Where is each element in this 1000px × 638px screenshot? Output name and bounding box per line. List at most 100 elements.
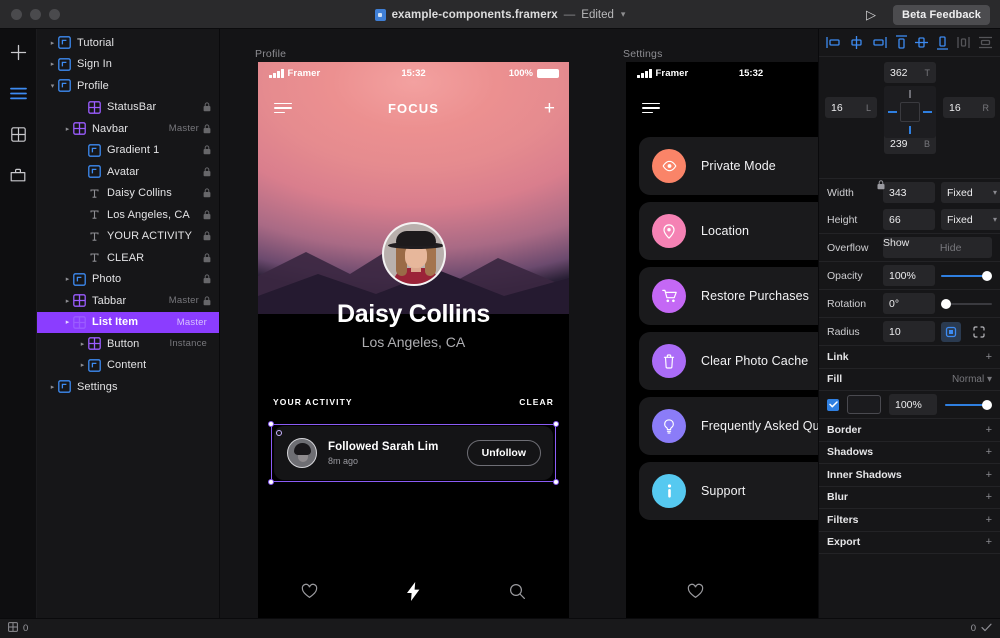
position-top-field[interactable]: 362 T: [884, 62, 936, 83]
width-input[interactable]: 343: [883, 182, 935, 203]
section-border[interactable]: Border +: [819, 419, 1000, 442]
section-shadows[interactable]: Shadows +: [819, 442, 1000, 464]
layer-row[interactable]: ▸StatusBar: [37, 97, 219, 119]
disclosure-collapsed-icon[interactable]: ▸: [47, 383, 58, 391]
section-export[interactable]: Export +: [819, 532, 1000, 554]
aspect-lock-icon[interactable]: [877, 180, 885, 193]
overflow-show-option[interactable]: Show: [883, 237, 909, 258]
lock-icon[interactable]: [203, 102, 211, 112]
rotation-handle[interactable]: [276, 430, 282, 436]
overflow-row[interactable]: Overflow Show Hide: [819, 234, 1000, 261]
position-left-field[interactable]: 16 L: [825, 97, 877, 118]
layer-row[interactable]: ▸Daisy Collins: [37, 183, 219, 205]
layer-row[interactable]: ▸ List Item Master: [37, 311, 219, 333]
chevron-down-icon[interactable]: ▾: [621, 9, 626, 20]
activity-list-item[interactable]: Followed Sarah Lim 8m ago Unfollow: [274, 426, 553, 480]
layer-row[interactable]: ▸ Content: [37, 355, 219, 377]
tab-bolt[interactable]: [362, 581, 466, 601]
activity-clear-button[interactable]: CLEAR: [519, 397, 554, 407]
fill-opacity-input[interactable]: 100%: [889, 394, 937, 415]
window-traffic-lights[interactable]: [0, 8, 60, 20]
section-add-button[interactable]: +: [986, 469, 992, 481]
check-icon[interactable]: [981, 623, 992, 635]
properties-panel[interactable]: 362 T 16 L 16 R 239 B Width 343 Fixed ▾ …: [818, 29, 1000, 618]
layer-row[interactable]: ▸ Tutorial: [37, 32, 219, 54]
constraint-bottom-arm[interactable]: [909, 126, 911, 134]
tabbar-profile[interactable]: [258, 564, 569, 618]
artboard-label-profile[interactable]: Profile: [255, 48, 286, 60]
section-add-button[interactable]: +: [986, 536, 992, 548]
radius-individual-icon[interactable]: [969, 322, 989, 342]
overflow-section[interactable]: Overflow Show Hide: [819, 234, 1000, 262]
lock-icon[interactable]: [203, 188, 211, 198]
section-add-button[interactable]: +: [986, 491, 992, 503]
section-add-button[interactable]: +: [986, 446, 992, 458]
layer-row[interactable]: ▸YOUR ACTIVITY: [37, 226, 219, 248]
align-bottom-icon[interactable]: [936, 35, 949, 50]
disclosure-collapsed-icon[interactable]: ▸: [47, 39, 58, 47]
position-right-field[interactable]: 16 R: [943, 97, 995, 118]
align-center-horizontal-icon[interactable]: [849, 36, 864, 49]
disclosure-collapsed-icon[interactable]: ▸: [62, 275, 73, 283]
section-blur[interactable]: Blur +: [819, 487, 1000, 509]
constraint-top-arm[interactable]: [909, 90, 911, 98]
rotation-input[interactable]: 0°: [883, 293, 935, 314]
maximize-button[interactable]: [49, 8, 60, 20]
disclosure-collapsed-icon[interactable]: ▸: [47, 60, 58, 68]
section-link-add-button[interactable]: +: [986, 351, 992, 363]
lock-icon[interactable]: [203, 231, 211, 241]
layer-row[interactable]: ▸ Photo: [37, 269, 219, 291]
layer-row[interactable]: ▸Gradient 1: [37, 140, 219, 162]
beta-feedback-button[interactable]: Beta Feedback: [893, 4, 990, 25]
layers-icon[interactable]: [6, 81, 30, 105]
distribute-vertical-icon[interactable]: [978, 36, 993, 49]
layer-row[interactable]: ▸ Tabbar Master: [37, 290, 219, 312]
align-left-icon[interactable]: [826, 36, 841, 49]
selection-handle-bl[interactable]: [268, 479, 274, 485]
disclosure-collapsed-icon[interactable]: ▸: [77, 361, 88, 369]
lock-icon[interactable]: [203, 296, 211, 306]
minimize-button[interactable]: [30, 8, 41, 20]
section-filters[interactable]: Filters +: [819, 509, 1000, 532]
alignment-toolbar[interactable]: [819, 29, 1000, 57]
width-mode-select[interactable]: Fixed ▾: [941, 182, 1000, 203]
rotation-row[interactable]: Rotation 0°: [819, 290, 1000, 317]
disclosure-collapsed-icon[interactable]: ▸: [62, 125, 73, 133]
insert-icon[interactable]: [6, 40, 30, 64]
layer-row[interactable]: ▸CLEAR: [37, 247, 219, 269]
fill-row[interactable]: 100%: [819, 391, 1000, 419]
components-icon[interactable]: [6, 122, 30, 146]
width-row[interactable]: Width 343 Fixed ▾: [819, 179, 1000, 206]
status-right[interactable]: 0: [971, 623, 992, 635]
status-left[interactable]: 0: [8, 622, 28, 635]
disclosure-collapsed-icon[interactable]: ▸: [62, 297, 73, 305]
opacity-row[interactable]: Opacity 100%: [819, 262, 1000, 289]
artboard-profile[interactable]: Framer 15:32 100% FOCUS + Daisy Collins …: [258, 62, 569, 618]
align-top-icon[interactable]: [895, 35, 908, 50]
artboard-label-settings[interactable]: Settings: [623, 48, 663, 60]
layer-row[interactable]: ▸ Sign In: [37, 54, 219, 76]
selection-handle-br[interactable]: [553, 479, 559, 485]
layer-row[interactable]: ▸ Settings: [37, 376, 219, 398]
constraint-left-arm[interactable]: [888, 111, 897, 113]
constraints-widget[interactable]: [884, 86, 936, 138]
height-row[interactable]: Height 66 Fixed ▾: [819, 206, 1000, 233]
fill-color-swatch[interactable]: [847, 395, 881, 414]
menu-icon[interactable]: [642, 102, 660, 114]
section-add-button[interactable]: +: [986, 514, 992, 526]
layer-row[interactable]: ▸ Button Instance: [37, 333, 219, 355]
preview-play-icon[interactable]: ▷: [862, 6, 880, 23]
selection-handle-tr[interactable]: [553, 421, 559, 427]
section-inner-shadows[interactable]: Inner Shadows +: [819, 464, 1000, 487]
section-link[interactable]: Link +: [819, 346, 1000, 369]
constraint-right-arm[interactable]: [923, 111, 932, 113]
layer-row[interactable]: ▸ Navbar Master: [37, 118, 219, 140]
tab-heart[interactable]: [258, 583, 362, 599]
position-section[interactable]: 362 T 16 L 16 R 239 B: [819, 57, 1000, 179]
align-right-icon[interactable]: [872, 36, 887, 49]
lock-icon[interactable]: [203, 124, 211, 134]
disclosure-collapsed-icon[interactable]: ▸: [62, 318, 73, 326]
lock-icon[interactable]: [203, 145, 211, 155]
radius-input[interactable]: 10: [883, 321, 935, 342]
rotation-slider[interactable]: [941, 293, 992, 314]
